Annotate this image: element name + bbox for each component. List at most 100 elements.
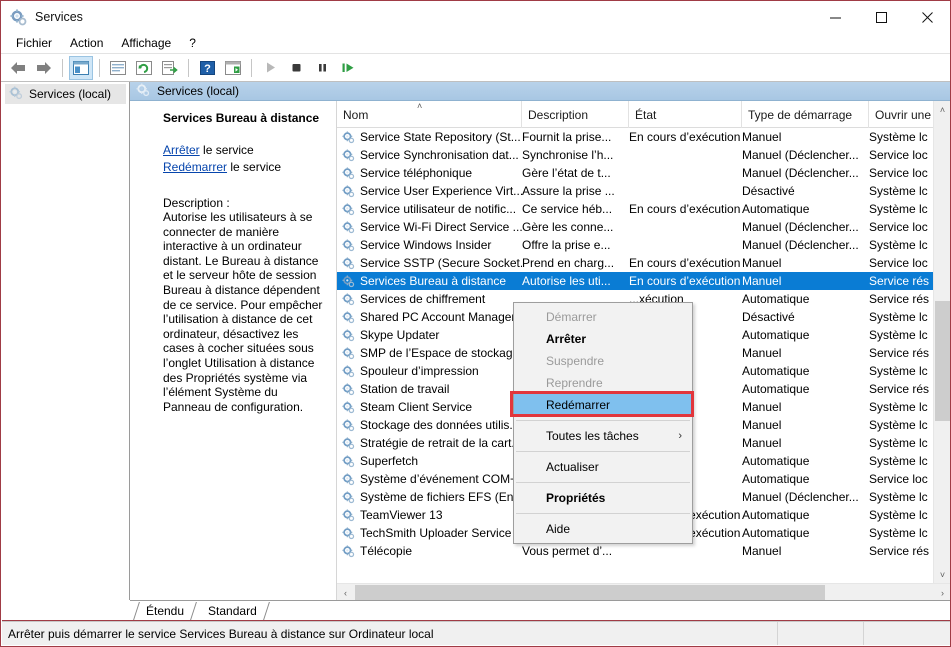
table-row[interactable]: Service State Repository (St... Fournit l… xyxy=(337,128,934,146)
ctx-proprietes[interactable]: Propriétés xyxy=(514,487,692,509)
list-header-row: Nom ˄ Description État Type de démarrage… xyxy=(337,101,950,128)
service-gear-icon xyxy=(342,130,355,144)
cell-name: Steam Client Service xyxy=(337,398,522,416)
ctx-demarrer: Démarrer xyxy=(514,306,692,328)
start-service-icon[interactable] xyxy=(258,56,282,80)
cell-text: Télécopie xyxy=(360,544,413,558)
properties-icon[interactable] xyxy=(106,56,130,80)
pause-service-icon[interactable] xyxy=(310,56,334,80)
window-title: Services xyxy=(35,10,83,24)
scroll-down-icon[interactable]: ˅ xyxy=(934,566,950,583)
back-arrow-icon[interactable] xyxy=(6,56,30,80)
cell-startup: Manuel (Déclencher... xyxy=(742,490,859,504)
horizontal-scrollbar[interactable]: ‹ › xyxy=(337,583,950,601)
column-header-etat[interactable]: État xyxy=(629,101,742,128)
services-window: Services Fichier Action Affichage ? ? Se… xyxy=(0,0,951,647)
service-gear-icon xyxy=(342,166,355,180)
service-gear-icon xyxy=(342,490,355,504)
show-hide-tree-icon[interactable] xyxy=(69,55,93,80)
cell-text: Service SSTP (Secure Socket... xyxy=(360,256,522,270)
menu-separator xyxy=(516,513,690,514)
menu-item-label: Démarrer xyxy=(546,310,597,324)
forward-arrow-icon[interactable] xyxy=(32,56,56,80)
cell-text: Service Synchronisation dat... xyxy=(360,148,519,162)
cell-logon: Système lc xyxy=(869,130,928,144)
results-pane-title: Services (local) xyxy=(157,84,240,98)
menu-action[interactable]: Action xyxy=(61,34,112,52)
refresh-icon[interactable] xyxy=(132,56,156,80)
cell-name: Système de fichiers EFS (En... xyxy=(337,488,522,506)
table-row[interactable]: Télécopie Vous permet d’... Manuel Service … xyxy=(337,542,934,560)
stop-service-icon[interactable] xyxy=(284,56,308,80)
cell-state: En cours d’exécution xyxy=(629,256,741,270)
ctx-toutes-les-taches[interactable]: Toutes les tâches › xyxy=(514,425,692,447)
cell-startup: Manuel xyxy=(742,436,782,450)
table-row[interactable]: Service Synchronisation dat... Synchronis… xyxy=(337,146,934,164)
cell-name: SMP de l’Espace de stockag... xyxy=(337,344,522,362)
ctx-reprendre: Reprendre xyxy=(514,372,692,394)
horizontal-scroll-thumb[interactable] xyxy=(355,585,825,600)
menu-item-label: Propriétés xyxy=(546,491,606,505)
export-list-icon[interactable] xyxy=(158,56,182,80)
menu-fichier[interactable]: Fichier xyxy=(7,34,61,52)
table-row[interactable]: Service téléphonique Gère l’état de t... M… xyxy=(337,164,934,182)
cell-name: Service User Experience Virt... xyxy=(337,182,522,200)
menu-aide[interactable]: ? xyxy=(180,34,205,52)
context-menu: Démarrer Arrêter Suspendre Reprendre Redémar… xyxy=(513,302,693,544)
column-header-nom[interactable]: Nom ˄ xyxy=(337,101,522,128)
cell-description: Fournit la prise... xyxy=(522,130,612,144)
vertical-scrollbar[interactable]: ˄ ˅ xyxy=(933,101,950,583)
table-row[interactable]: Service User Experience Virt... Assure la… xyxy=(337,182,934,200)
close-button[interactable] xyxy=(904,1,950,33)
restart-service-link[interactable]: Redémarrer xyxy=(163,160,227,174)
table-row[interactable]: Service Wi-Fi Direct Service ... Gère les… xyxy=(337,218,934,236)
table-row[interactable]: Service Windows Insider Offre la prise e.… xyxy=(337,236,934,254)
cell-startup: Automatique xyxy=(742,508,810,522)
tab-standard[interactable]: Standard xyxy=(196,601,270,621)
cell-name: Stockage des données utilis... xyxy=(337,416,522,434)
toolbar-separator xyxy=(62,58,63,77)
ctx-actualiser[interactable]: Actualiser xyxy=(514,456,692,478)
menu-item-label: Suspendre xyxy=(546,354,605,368)
help-icon[interactable]: ? xyxy=(195,56,219,80)
title-bar: Services xyxy=(1,1,950,33)
table-row[interactable]: Service utilisateur de notific... Ce serv… xyxy=(337,200,934,218)
menu-item-label: Actualiser xyxy=(546,460,599,474)
cell-name: Stratégie de retrait de la cart... xyxy=(337,434,522,452)
stop-service-link[interactable]: Arrêter xyxy=(163,143,200,157)
stop-service-suffix: le service xyxy=(199,143,254,157)
column-header-ouvrir-une-session[interactable]: Ouvrir une xyxy=(869,101,934,128)
cell-startup: Manuel xyxy=(742,256,782,270)
maximize-button[interactable] xyxy=(858,1,904,33)
ctx-aide[interactable]: Aide xyxy=(514,518,692,540)
cell-name: Système d’événement COM+ xyxy=(337,470,522,488)
scroll-right-icon[interactable]: › xyxy=(934,584,950,601)
cell-text: Stockage des données utilis... xyxy=(360,418,520,432)
column-header-description[interactable]: Description xyxy=(522,101,629,128)
menu-bar: Fichier Action Affichage ? xyxy=(1,33,950,54)
cell-text: TeamViewer 13 xyxy=(360,508,443,522)
show-action-pane-icon[interactable] xyxy=(221,56,245,80)
cell-logon: Service loc xyxy=(869,220,928,234)
scroll-left-icon[interactable]: ‹ xyxy=(337,584,354,601)
cell-state xyxy=(629,236,742,254)
service-gear-icon xyxy=(342,544,355,558)
tab-etendu[interactable]: Étendu xyxy=(133,601,197,621)
vertical-scroll-thumb[interactable] xyxy=(935,301,950,421)
minimize-button[interactable] xyxy=(812,1,858,33)
table-row[interactable]: Services Bureau à distance Autorise les u… xyxy=(337,272,934,290)
column-header-type-demarrage[interactable]: Type de démarrage xyxy=(742,101,869,128)
sidebar-item-services-local[interactable]: Services (local) xyxy=(5,84,126,104)
restart-service-icon[interactable] xyxy=(336,56,360,80)
cell-name: TechSmith Uploader Service xyxy=(337,524,522,542)
table-row[interactable]: Service SSTP (Secure Socket... Prend en c… xyxy=(337,254,934,272)
menu-affichage[interactable]: Affichage xyxy=(112,34,180,52)
ctx-arreter[interactable]: Arrêter xyxy=(514,328,692,350)
scroll-up-icon[interactable]: ˄ xyxy=(934,101,950,118)
services-gear-icon xyxy=(9,85,23,103)
ctx-redemarrer[interactable]: Redémarrer xyxy=(514,394,692,416)
cell-text: Stratégie de retrait de la cart... xyxy=(360,436,522,450)
service-gear-icon xyxy=(342,418,355,432)
view-tabs: Étendu Standard xyxy=(130,600,950,622)
sidebar-item-label: Services (local) xyxy=(29,87,112,101)
